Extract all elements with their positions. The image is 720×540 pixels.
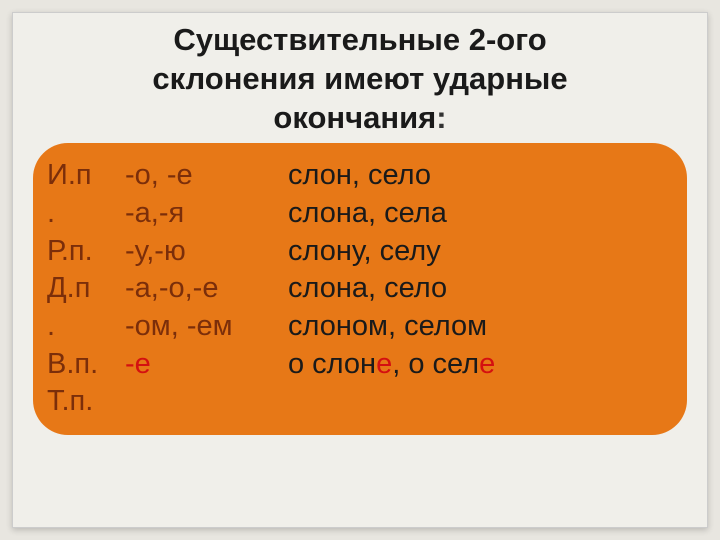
endings-column: -о, -е -а,-я -у,-ю -а,-о,-е -ом, -ем -е <box>125 157 280 421</box>
example-1: слон, село <box>288 157 673 195</box>
title-line-2: склонения имеют ударные <box>152 61 567 96</box>
example-6-e1: е <box>376 348 392 380</box>
case-ip-dot: . <box>47 195 117 233</box>
case-ip: И.п <box>47 157 117 195</box>
example-5: слоном, селом <box>288 308 673 346</box>
example-6-e2: е <box>479 348 495 380</box>
ending-4: -а,-о,-е <box>125 270 280 308</box>
case-tp: Т.п. <box>47 383 117 421</box>
examples-column: слон, село слона, села слону, селу слона… <box>288 157 673 421</box>
ending-6-red: -е <box>125 348 151 380</box>
example-2: слона, села <box>288 195 673 233</box>
ending-1: -о, -е <box>125 157 280 195</box>
ending-2: -а,-я <box>125 195 280 233</box>
slide: Существительные 2-ого склонения имеют уд… <box>12 12 708 528</box>
cases-column: И.п . Р.п. Д.п . В.п. Т.п. <box>47 157 117 421</box>
ending-6: -е <box>125 346 280 384</box>
example-4: слона, село <box>288 270 673 308</box>
ending-5: -ом, -ем <box>125 308 280 346</box>
example-3: слону, селу <box>288 233 673 271</box>
case-dp: Д.п <box>47 270 117 308</box>
title-line-3: окончания <box>273 100 436 135</box>
case-dp-dot: . <box>47 308 117 346</box>
title-line-1: Существительные 2-ого <box>173 22 546 57</box>
title-colon: : <box>436 100 446 135</box>
example-6: о слоне, о селе <box>288 346 673 384</box>
case-vp: В.п. <box>47 346 117 384</box>
case-rp: Р.п. <box>47 233 117 271</box>
content-box: И.п . Р.п. Д.п . В.п. Т.п. -о, -е -а,-я … <box>33 143 687 435</box>
slide-title: Существительные 2-ого склонения имеют уд… <box>33 21 687 137</box>
ending-3: -у,-ю <box>125 233 280 271</box>
